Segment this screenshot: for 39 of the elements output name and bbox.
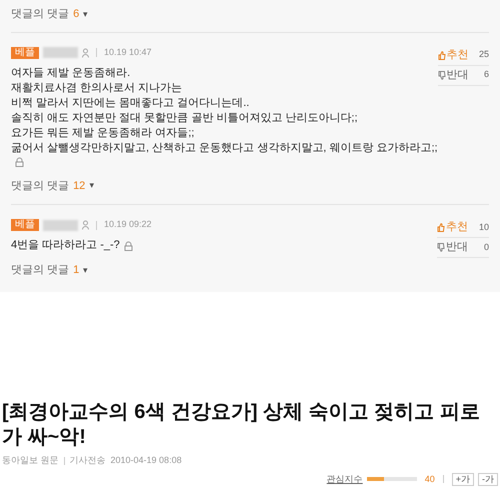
- sent-label: 기사전송: [70, 454, 106, 467]
- thumbs-up-icon: [438, 50, 446, 60]
- font-increase-button[interactable]: +가: [452, 472, 474, 486]
- blurred-username: [43, 47, 78, 58]
- interest-value: 40: [424, 472, 435, 486]
- comment-text: 재활치료사겸 한의사로서 지나가는: [11, 80, 182, 96]
- replies-toggle[interactable]: 댓글의 댓글 6 ▾: [11, 6, 88, 22]
- comment-text: 여자들 제발 운동좀해라.: [11, 66, 130, 80]
- best-badge: 베플: [11, 46, 39, 58]
- best-badge: 베플: [11, 219, 39, 231]
- lock-icon: [15, 157, 24, 167]
- person-icon: [82, 220, 89, 230]
- article-title: [최경아교수의 6색 건강요가] 상체 숙이고 젖히고 피로가 싸~악!: [2, 400, 481, 450]
- blurred-username: [43, 220, 78, 230]
- comment-text: 요가든 뭐든 제발 운동좀해라 여자들;;: [11, 126, 194, 140]
- comment-text: 비쩍 말라서 지딴에는 몸매좋다고 걸어다니는데..: [11, 96, 250, 110]
- font-decrease-button[interactable]: -가: [478, 472, 498, 486]
- oppose-count: 6: [484, 68, 489, 82]
- comment-time: 10.19 09:22: [104, 218, 152, 232]
- oppose-count: 0: [484, 240, 489, 254]
- person-icon: [82, 48, 89, 58]
- comment-text: 솔직히 애도 자연분만 절대 못할만큼 골반 비틀어져있고 난리도아니다;;: [11, 110, 358, 126]
- sent-time: 2010-04-19 08:08: [110, 454, 182, 467]
- oppose-button[interactable]: 반대 6: [438, 66, 489, 86]
- recommend-count: 25: [478, 48, 489, 62]
- thumbs-down-icon: [438, 70, 446, 80]
- interest-link[interactable]: 관심지수: [326, 472, 363, 486]
- lock-icon: [124, 240, 133, 250]
- recommend-button[interactable]: 추천 25: [438, 46, 489, 66]
- recommend-count: 10: [478, 220, 489, 234]
- thumbs-up-icon: [437, 223, 445, 232]
- thumbs-down-icon: [437, 243, 445, 252]
- oppose-button[interactable]: 반대 0: [437, 238, 489, 258]
- replies-toggle[interactable]: 댓글의 댓글 12 ▾: [11, 178, 94, 194]
- comment-text: 4번을 따라하라고 -_-?: [11, 238, 120, 253]
- comment-text: 굶어서 살뺄생각만하지말고, 산책하고 운동했다고 생각하지말고, 웨이트랑 요가하라고;;: [11, 140, 438, 156]
- comment-time: 10.19 10:47: [104, 46, 152, 59]
- replies-toggle[interactable]: 댓글의 댓글 1 ▾: [11, 262, 88, 278]
- recommend-button[interactable]: 추천 10: [437, 218, 489, 238]
